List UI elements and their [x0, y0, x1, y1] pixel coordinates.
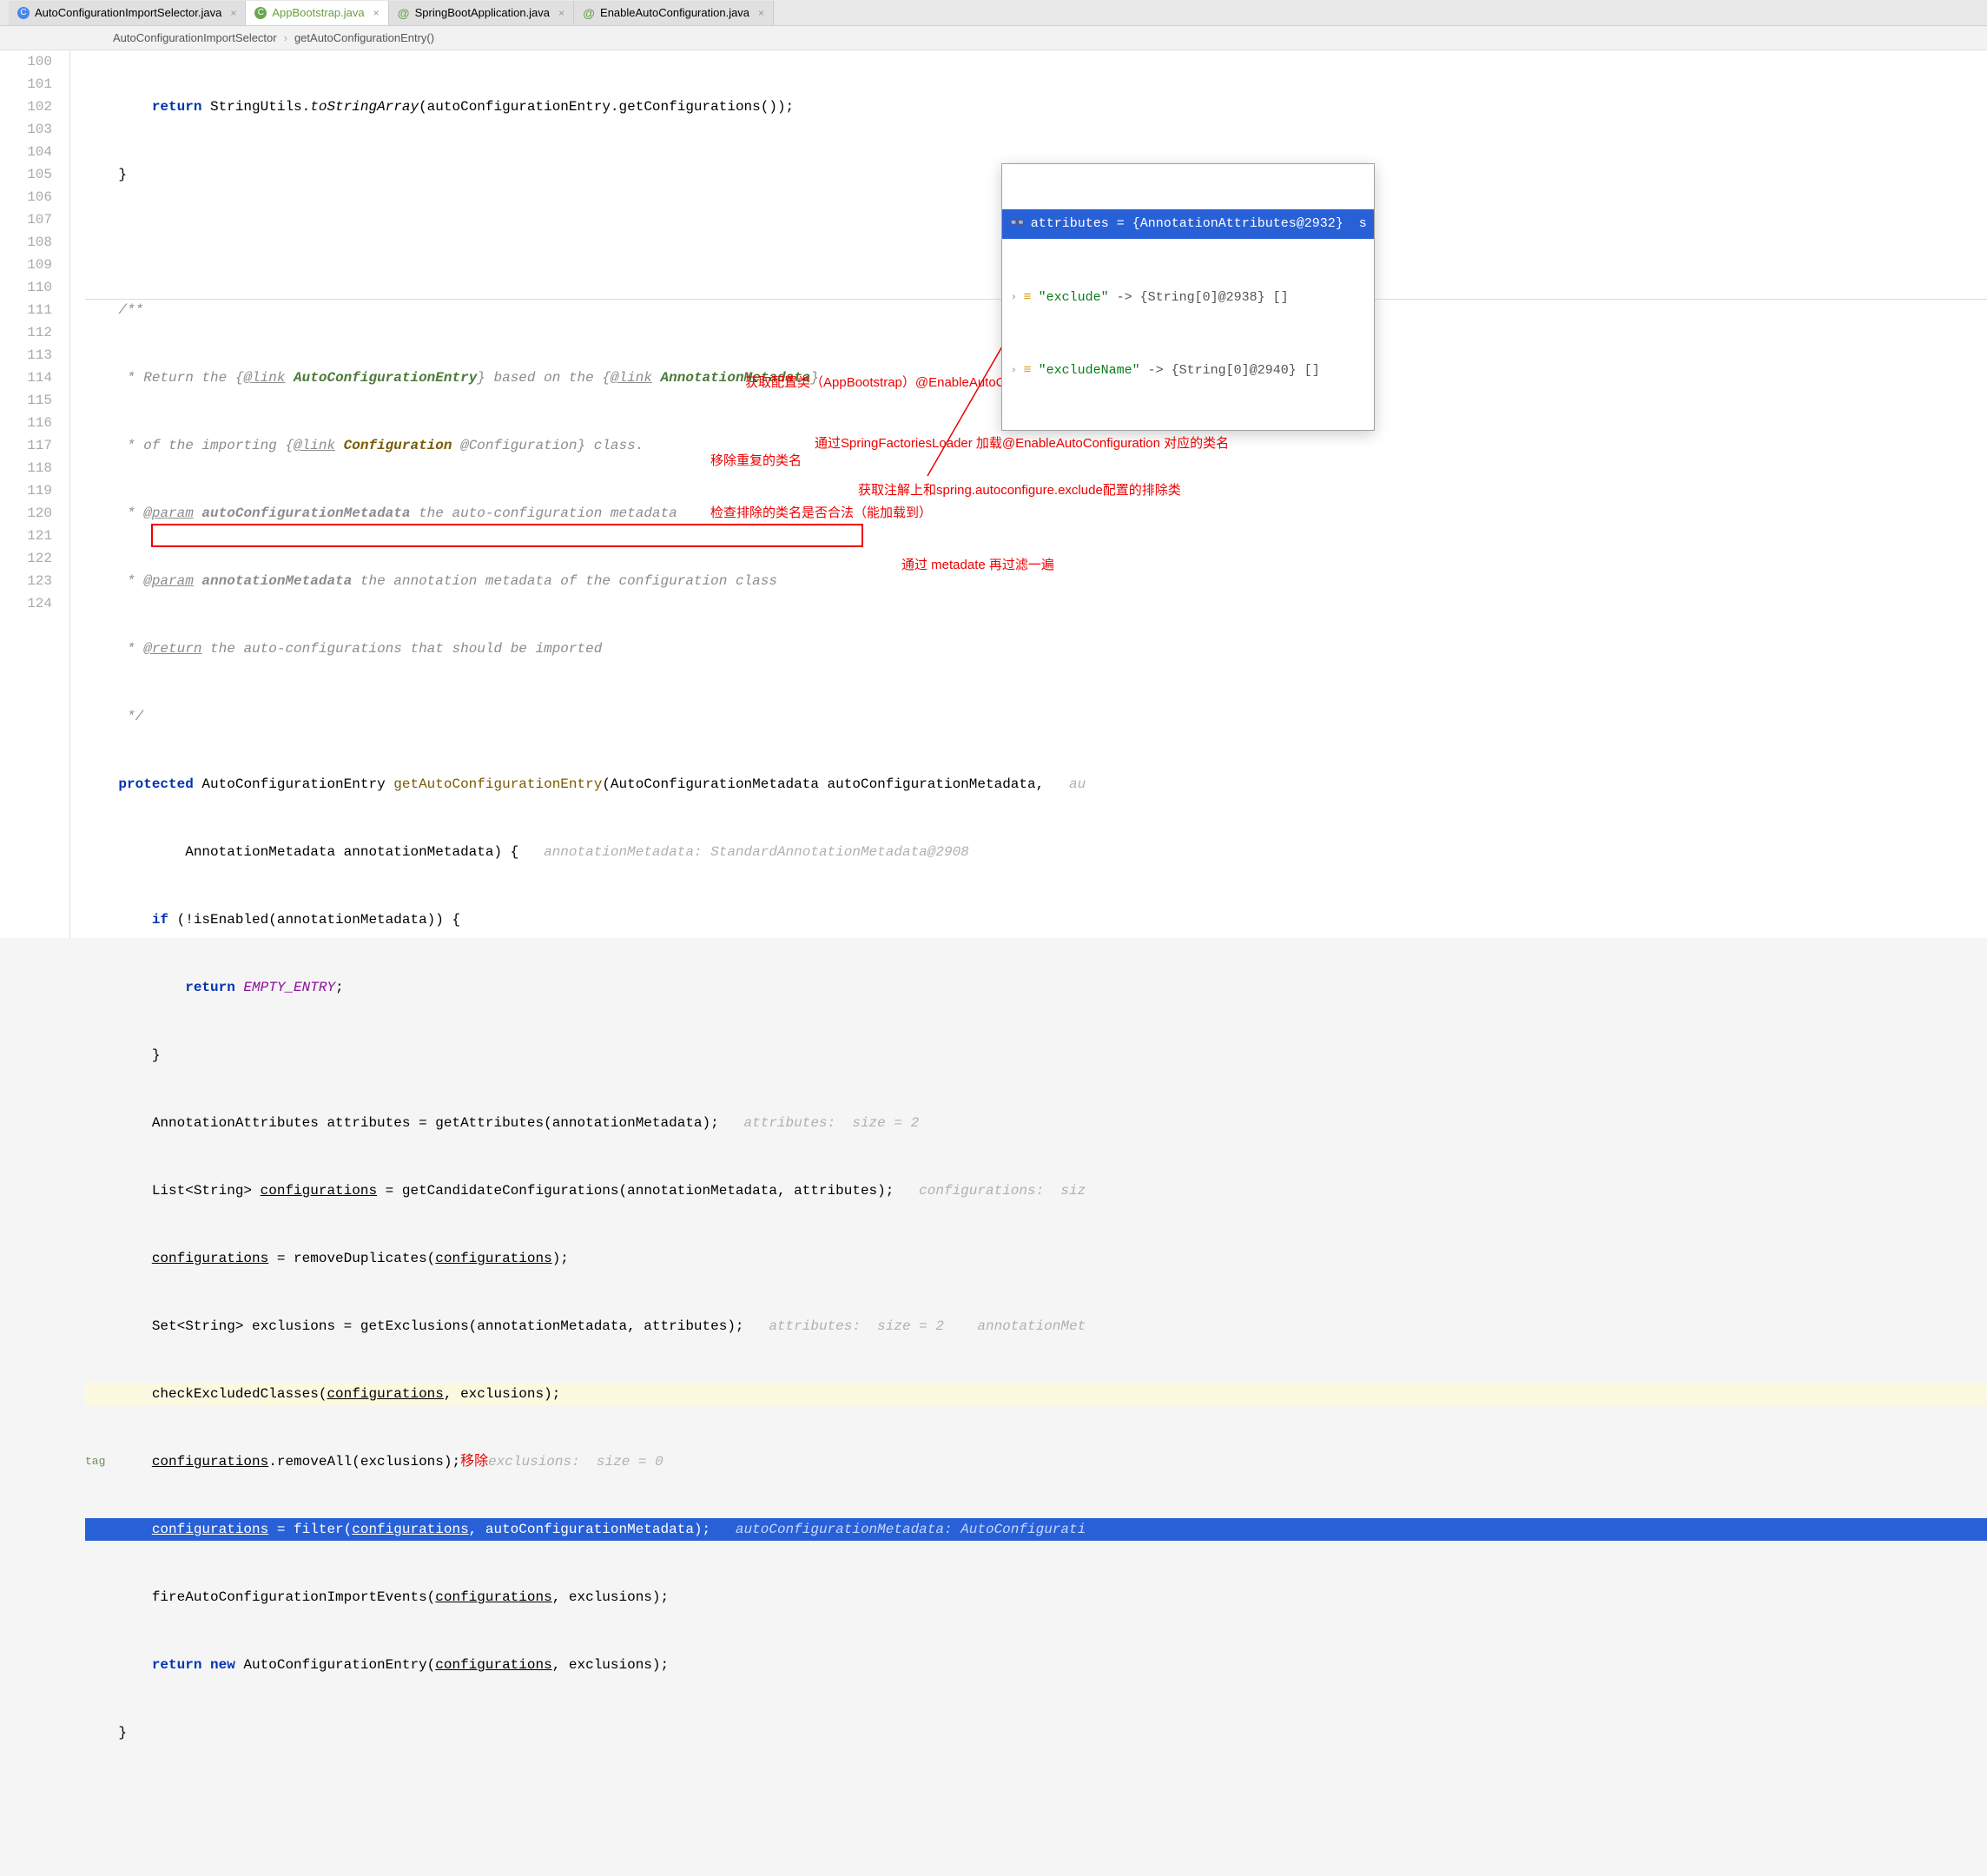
close-icon[interactable]: ×	[230, 7, 236, 19]
line-number: 122	[0, 547, 52, 570]
line-number: 116	[0, 412, 52, 434]
annotation-text: 通过SpringFactoriesLoader 加载@EnableAutoCon…	[815, 433, 1229, 455]
class-icon: C	[17, 7, 30, 19]
code-area[interactable]: return StringUtils.toStringArray(autoCon…	[85, 50, 1987, 938]
keyword: return	[152, 99, 202, 115]
tab-enableautoconfig[interactable]: @ EnableAutoConfiguration.java ×	[574, 1, 774, 25]
line-number: 115	[0, 389, 52, 412]
line-number: 101	[0, 73, 52, 96]
annotation-text: 获取注解上和spring.autoconfigure.exclude配置的排除类	[858, 479, 1181, 502]
line-number: 113	[0, 344, 52, 367]
line-number: 100	[0, 50, 52, 73]
code-editor[interactable]: 100 101 102 103 104 105 106 107 108 109 …	[0, 50, 1987, 938]
glasses-icon: 👓	[1009, 213, 1026, 235]
tab-label: SpringBootApplication.java	[415, 6, 550, 19]
tab-autoconfig-selector[interactable]: C AutoConfigurationImportSelector.java ×	[9, 1, 246, 25]
line-number: 105	[0, 163, 52, 186]
popup-entry[interactable]: › ≡ "excludeName" -> {String[0]@2940} []	[1002, 357, 1374, 385]
breadcrumb-class[interactable]: AutoConfigurationImportSelector	[113, 31, 277, 44]
javadoc: /**	[85, 302, 143, 318]
line-number: 118	[0, 457, 52, 479]
line-number: 109	[0, 254, 52, 276]
line-number: 117	[0, 434, 52, 457]
line-number: 124	[0, 592, 52, 615]
tab-label: AutoConfigurationImportSelector.java	[35, 6, 221, 19]
field-icon: ≡	[1024, 287, 1032, 309]
tab-appbootstrap[interactable]: C AppBootstrap.java ×	[246, 1, 388, 25]
line-number: 123	[0, 570, 52, 592]
annotation-icon: @	[583, 7, 595, 19]
chevron-right-icon[interactable]: ›	[1011, 287, 1017, 309]
annotation-text: 通过 metadate 再过滤一遍	[901, 554, 1054, 577]
annotation-text: 检查排除的类名是否合法（能加载到）	[710, 502, 932, 525]
annotation-icon: @	[398, 7, 410, 19]
editor-tabs: C AutoConfigurationImportSelector.java ×…	[0, 0, 1987, 26]
debug-variable-popup[interactable]: 👓 attributes = {AnnotationAttributes@293…	[1001, 163, 1375, 431]
chevron-right-icon[interactable]: ›	[1011, 360, 1017, 382]
tab-label: EnableAutoConfiguration.java	[600, 6, 749, 19]
chevron-right-icon: ›	[284, 31, 287, 44]
breadcrumb-method[interactable]: getAutoConfigurationEntry()	[294, 31, 434, 44]
bookmark-tag: tag	[85, 1450, 105, 1473]
field-icon: ≡	[1024, 360, 1032, 382]
line-number: 121	[0, 525, 52, 547]
line-gutter: 100 101 102 103 104 105 106 107 108 109 …	[0, 50, 61, 938]
line-number: 107	[0, 208, 52, 231]
highlight-box	[151, 524, 863, 547]
line-number: 104	[0, 141, 52, 163]
current-execution-line: configurations = filter(configurations, …	[85, 1518, 1987, 1541]
close-icon[interactable]: ×	[558, 7, 564, 19]
fold-gutter	[61, 50, 85, 938]
line-number: 102	[0, 96, 52, 118]
annotation-text: 移除重复的类名	[710, 450, 802, 472]
class-icon: C	[254, 7, 267, 19]
line-number: 114	[0, 367, 52, 389]
line-number: 119	[0, 479, 52, 502]
close-icon[interactable]: ×	[758, 7, 764, 19]
close-icon[interactable]: ×	[373, 7, 380, 19]
line-number: 112	[0, 321, 52, 344]
line-number: 108	[0, 231, 52, 254]
popup-entry[interactable]: › ≡ "exclude" -> {String[0]@2938} []	[1002, 284, 1374, 312]
line-number: 103	[0, 118, 52, 141]
line-number: 120	[0, 502, 52, 525]
popup-header: 👓 attributes = {AnnotationAttributes@293…	[1002, 209, 1374, 239]
line-number: 111	[0, 299, 52, 321]
breadcrumb: AutoConfigurationImportSelector › getAut…	[0, 26, 1987, 50]
line-number: 106	[0, 186, 52, 208]
line-number: 110	[0, 276, 52, 299]
tab-springbootapp[interactable]: @ SpringBootApplication.java ×	[389, 1, 574, 25]
tab-label: AppBootstrap.java	[272, 6, 364, 19]
